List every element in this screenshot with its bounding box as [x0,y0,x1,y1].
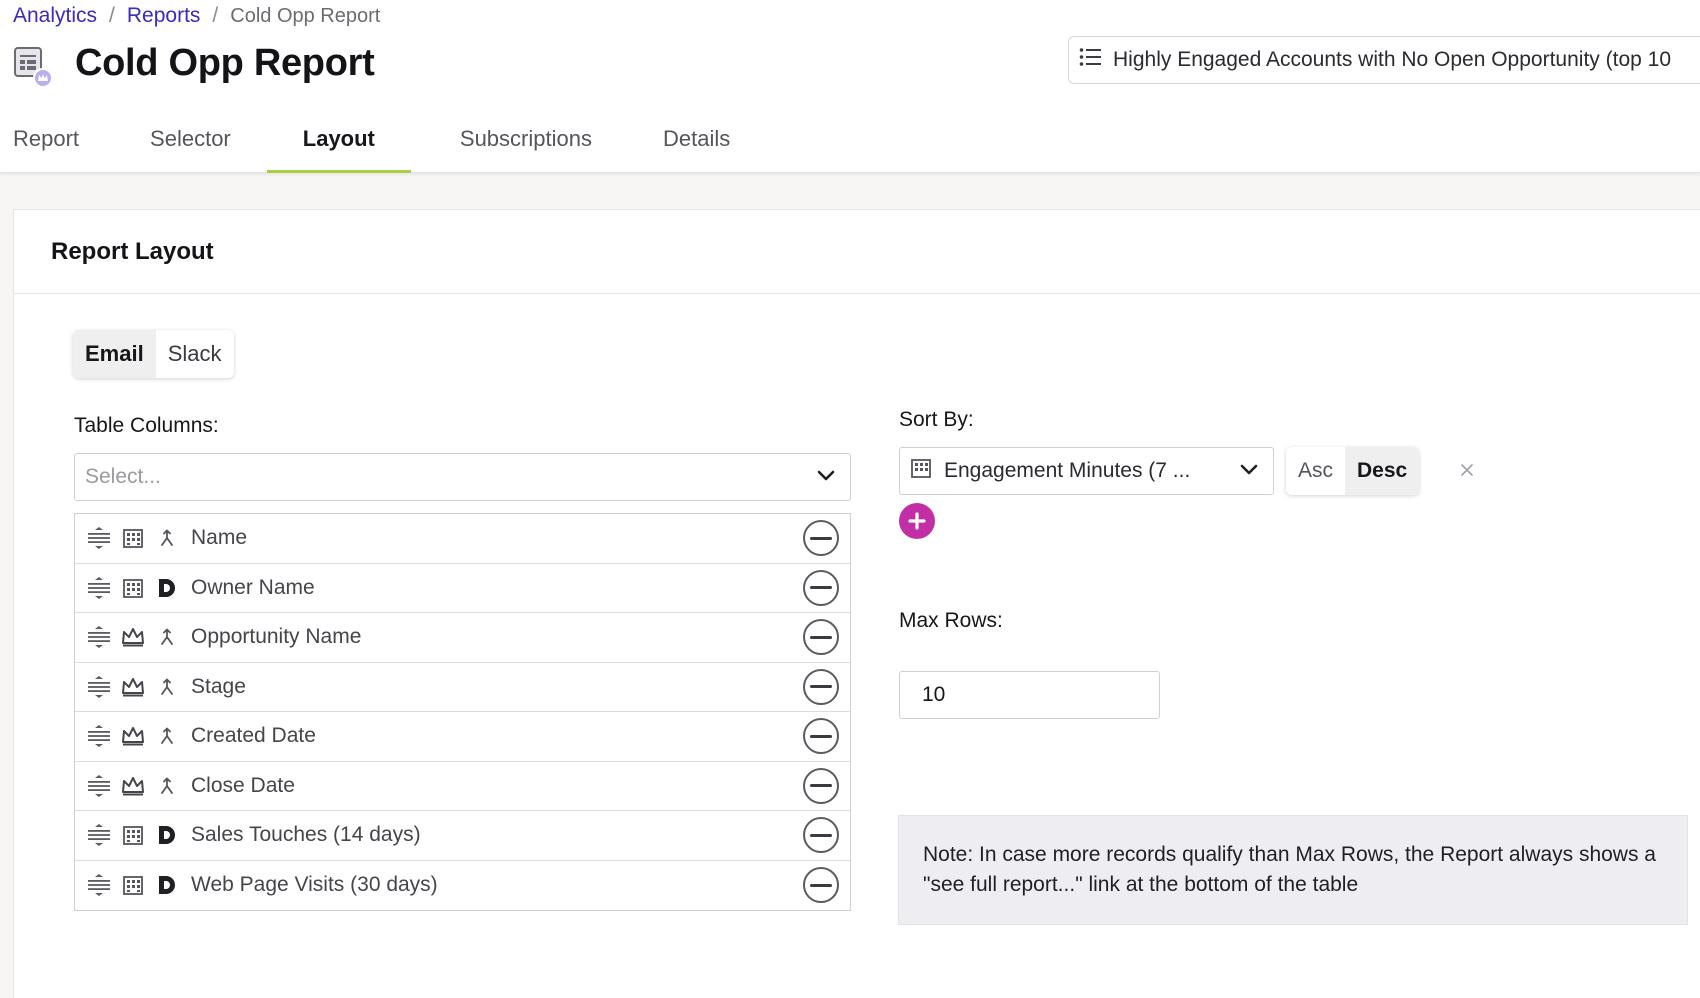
tab-layout[interactable]: Layout [266,108,411,173]
drag-handle-icon[interactable] [87,823,111,847]
crown-icon [121,724,145,748]
column-name: Owner Name [191,575,315,599]
drag-handle-icon[interactable] [87,675,111,699]
minus-icon [810,734,832,738]
column-row: Close Date [75,762,850,811]
building-icon [121,526,145,550]
channel-slack-button[interactable]: Slack [156,330,234,378]
list-icon [1079,47,1101,73]
sort-direction-toggle: Asc Desc [1286,447,1420,495]
d-logo-icon [155,873,179,897]
tab-details[interactable]: Details [650,108,743,173]
breadcrumb-separator: / [212,4,219,27]
breadcrumb-separator: / [109,4,115,27]
selector-label: Highly Engaged Accounts with No Open Opp… [1113,48,1671,71]
remove-column-button[interactable] [803,718,839,755]
remove-column-button[interactable] [803,767,839,804]
column-row: Stage [75,663,850,712]
minus-icon [810,586,832,590]
building-icon [121,576,145,600]
column-name: Sales Touches (14 days) [191,823,421,847]
max-rows-label: Max Rows: [899,609,1003,632]
chevron-down-icon [1239,459,1259,483]
column-name: Web Page Visits (30 days) [191,873,438,897]
column-row: Web Page Visits (30 days) [75,861,850,911]
chevron-down-icon [816,465,836,489]
column-name: Opportunity Name [191,625,362,649]
clear-sort-icon[interactable] [1459,462,1475,478]
d-logo-icon [155,823,179,847]
column-row: Created Date [75,712,850,762]
minus-icon [810,635,832,639]
sort-by-select[interactable]: Engagement Minutes (7 ... [899,447,1274,495]
breadcrumb: Analytics / Reports / Cold Opp Report [13,4,380,28]
crown-icon [121,774,145,798]
tab-selector[interactable]: Selector [137,108,244,173]
channel-email-button[interactable]: Email [73,330,156,378]
remove-column-button[interactable] [803,867,839,904]
minus-icon [810,536,832,540]
remove-column-button[interactable] [803,619,839,656]
tab-report[interactable]: Report [0,108,92,173]
minus-icon [810,883,832,887]
breadcrumb-current: Cold Opp Report [230,4,381,27]
tab-bar: Report Selector Layout Subscriptions Det… [0,108,788,173]
column-select[interactable]: Select... [74,453,851,501]
table-columns-label: Table Columns: [74,414,219,437]
column-row: Owner Name [75,564,850,613]
crown-icon [121,675,145,699]
report-layout-card: Report Layout Email Slack Table Columns:… [13,209,1700,998]
sort-by-label: Sort By: [899,408,974,431]
column-row: Name [75,514,850,564]
tab-subscriptions[interactable]: Subscriptions [447,108,605,173]
crown-icon [121,625,145,649]
max-rows-note: Note: In case more records qualify than … [898,815,1688,925]
column-select-placeholder: Select... [85,465,161,488]
column-name: Name [191,526,248,550]
top-header: Analytics / Reports / Cold Opp Report Co… [0,0,1700,173]
selector-link[interactable]: Highly Engaged Accounts with No Open Opp… [1068,36,1700,84]
remove-column-button[interactable] [803,668,839,705]
section-title: Report Layout [14,210,1700,294]
sort-by-value: Engagement Minutes (7 ... [944,459,1191,482]
column-row: Sales Touches (14 days) [75,811,850,861]
building-icon [121,873,145,897]
sort-desc-button[interactable]: Desc [1345,447,1420,495]
column-name: Created Date [191,724,316,748]
merge-icon [155,675,179,699]
drag-handle-icon[interactable] [87,873,111,897]
merge-icon [155,526,179,550]
building-icon [121,823,145,847]
max-rows-input[interactable]: 10 [899,671,1160,719]
drag-handle-icon[interactable] [87,774,111,798]
drag-handle-icon[interactable] [87,526,111,550]
drag-handle-icon[interactable] [87,576,111,600]
report-icon [13,46,53,88]
channel-toggle: Email Slack [73,330,234,378]
merge-icon [155,724,179,748]
building-icon [910,457,932,485]
merge-icon [155,625,179,649]
remove-column-button[interactable] [803,569,839,606]
breadcrumb-link-reports[interactable]: Reports [127,4,201,28]
add-sort-button[interactable] [899,503,935,539]
merge-icon [155,774,179,798]
column-name: Close Date [191,773,295,797]
d-logo-icon [155,576,179,600]
minus-icon [810,784,832,788]
column-name: Stage [191,674,246,698]
minus-icon [810,833,832,837]
sort-asc-button[interactable]: Asc [1286,447,1345,495]
remove-column-button[interactable] [803,520,839,557]
column-list: Name Owner Name Opportunity Name Stage Creat… [74,513,851,911]
minus-icon [810,685,832,689]
column-row: Opportunity Name [75,613,850,663]
drag-handle-icon[interactable] [87,625,111,649]
remove-column-button[interactable] [803,817,839,854]
drag-handle-icon[interactable] [87,724,111,748]
page-title: Cold Opp Report [75,42,375,84]
breadcrumb-link-analytics[interactable]: Analytics [13,4,97,28]
plus-icon [908,512,926,530]
